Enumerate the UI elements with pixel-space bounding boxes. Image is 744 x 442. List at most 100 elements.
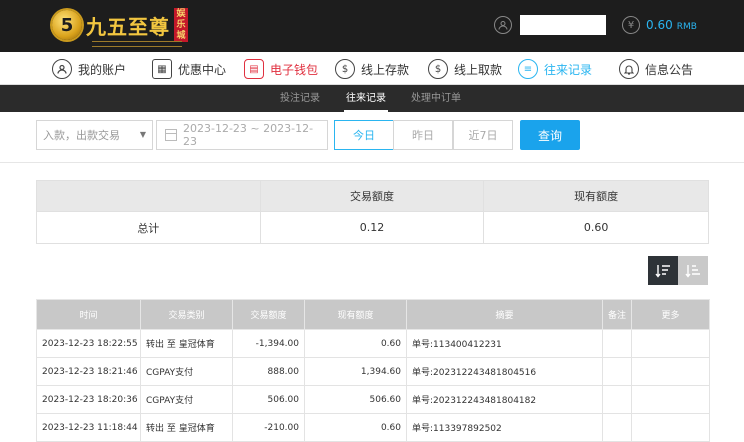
column-header[interactable]: 交易额度 [232, 299, 305, 330]
cell-more[interactable] [631, 413, 710, 442]
today-button[interactable]: 今日 [334, 120, 394, 150]
cell-summary: 单号:113400412231 [406, 329, 603, 358]
gift-icon: ▦ [152, 59, 172, 79]
nav-item-records[interactable]: ≡ 往来记录 [518, 57, 592, 81]
sort-descending-icon[interactable] [648, 256, 678, 285]
site-logo[interactable]: 5 九五至尊 娱乐城 [52, 5, 188, 45]
cell-type: CGPAY支付 [140, 357, 233, 386]
summary-label: 总计 [36, 211, 261, 244]
cell-more[interactable] [631, 385, 710, 414]
cell-summary: 单号:202312243481804182 [406, 385, 603, 414]
last-7-days-button[interactable]: 近7日 [453, 120, 513, 150]
table-row[interactable]: 2023-12-23 18:22:55 转出 至 皇冠体育 -1,394.00 … [36, 329, 710, 358]
table-row[interactable]: 2023-12-23 18:21:46 CGPAY支付 888.00 1,394… [36, 357, 710, 386]
nav-item-label: 我的账户 [78, 62, 127, 77]
username-redacted [520, 15, 606, 35]
cell-balance: 506.60 [304, 385, 407, 414]
logo-text: 九五至尊 [86, 14, 170, 39]
tab-pending-orders[interactable]: 处理中订单 [411, 85, 461, 112]
nav-item-label: 电子钱包 [270, 62, 319, 77]
cell-amount: -1,394.00 [232, 329, 305, 358]
section-divider [0, 162, 744, 163]
cell-time: 2023-12-23 18:20:36 [36, 385, 141, 414]
currency-icon: ¥ [622, 16, 640, 34]
tab-transaction-records[interactable]: 往来记录 [344, 85, 388, 112]
nav-item-label: 往来记录 [544, 62, 593, 77]
nav-item-deposit[interactable]: $ 线上存款 [335, 57, 409, 81]
cell-more[interactable] [631, 329, 710, 358]
yesterday-button[interactable]: 昨日 [393, 120, 453, 150]
balance-area: ¥ 0.60 RMB [622, 14, 697, 36]
sort-toggle [648, 256, 708, 285]
cell-amount: 506.00 [232, 385, 305, 414]
summary-table: 交易额度 现有额度 总计 0.12 0.60 [36, 180, 709, 244]
cell-amount: 888.00 [232, 357, 305, 386]
nav-item-my-account[interactable]: 我的账户 [52, 57, 126, 81]
summary-header-cell [36, 180, 261, 212]
nav-item-label: 优惠中心 [178, 62, 227, 77]
wallet-icon: ▤ [244, 59, 264, 79]
calendar-icon [165, 129, 177, 141]
cell-balance: 0.60 [304, 413, 407, 442]
cell-summary: 单号:202312243481804516 [406, 357, 603, 386]
withdraw-icon: $ [428, 59, 448, 79]
table-row[interactable]: 2023-12-23 18:20:36 CGPAY支付 506.00 506.6… [36, 385, 710, 414]
cell-more[interactable] [631, 357, 710, 386]
table-row[interactable]: 2023-12-23 11:18:44 转出 至 皇冠体育 -210.00 0.… [36, 413, 710, 442]
nav-item-announcements[interactable]: 信息公告 [619, 57, 693, 81]
sort-ascending-icon[interactable] [678, 256, 708, 285]
nav-item-e-wallet[interactable]: ▤ 电子钱包 [244, 57, 318, 81]
cell-amount: -210.00 [232, 413, 305, 442]
chevron-down-icon: ▼ [139, 130, 146, 139]
cell-time: 2023-12-23 11:18:44 [36, 413, 141, 442]
cell-time: 2023-12-23 18:22:55 [36, 329, 141, 358]
main-nav: 我的账户 ▦ 优惠中心 ▤ 电子钱包 $ 线上存款 $ 线上取款 ≡ 往来记录 … [0, 52, 744, 85]
balance-display: 0.60 RMB [646, 18, 697, 32]
nav-item-label: 信息公告 [645, 62, 694, 77]
logo-mark: 5 [52, 10, 82, 40]
cell-balance: 0.60 [304, 329, 407, 358]
cell-type: 转出 至 皇冠体育 [140, 329, 233, 358]
nav-item-withdraw[interactable]: $ 线上取款 [428, 57, 502, 81]
nav-item-promotions[interactable]: ▦ 优惠中心 [152, 57, 226, 81]
cell-balance: 1,394.60 [304, 357, 407, 386]
summary-header-row: 交易额度 现有额度 [36, 180, 709, 212]
query-button[interactable]: 查询 [520, 120, 580, 150]
records-table: 时间 交易类别 交易额度 现有额度 摘要 备注 更多 2023-12-23 18… [36, 299, 710, 442]
column-header[interactable]: 交易类别 [140, 299, 233, 330]
column-header[interactable]: 现有额度 [304, 299, 407, 330]
user-circle-icon [52, 59, 72, 79]
balance-value: 0.60 [646, 18, 673, 32]
cell-time: 2023-12-23 18:21:46 [36, 357, 141, 386]
date-range-input[interactable]: 2023-12-23 ~ 2023-12-23 [156, 120, 328, 150]
cell-note [602, 385, 632, 414]
user-icon [494, 16, 512, 34]
summary-header-cell: 交易额度 [259, 180, 485, 212]
date-range-value: 2023-12-23 ~ 2023-12-23 [183, 122, 314, 148]
bell-icon [619, 59, 639, 79]
column-header[interactable]: 备注 [602, 299, 632, 330]
records-icon: ≡ [518, 59, 538, 79]
nav-item-label: 线上存款 [361, 62, 410, 77]
cell-type: 转出 至 皇冠体育 [140, 413, 233, 442]
summary-row: 总计 0.12 0.60 [36, 211, 709, 244]
column-header[interactable]: 更多 [631, 299, 710, 330]
column-header[interactable]: 时间 [36, 299, 141, 330]
sub-nav: 投注记录 往来记录 处理中订单 [0, 85, 744, 112]
transaction-type-value: 入款，出款交易 [43, 129, 120, 142]
user-area[interactable] [494, 14, 606, 36]
records-header-row: 时间 交易类别 交易额度 现有额度 摘要 备注 更多 [36, 299, 710, 330]
summary-transaction-amount: 0.12 [259, 211, 485, 244]
nav-item-label: 线上取款 [454, 62, 503, 77]
summary-header-cell: 现有额度 [483, 180, 709, 212]
tab-bet-records[interactable]: 投注记录 [280, 85, 320, 112]
transaction-type-select[interactable]: 入款，出款交易 ▼ [36, 120, 153, 150]
cell-summary: 单号:113397892502 [406, 413, 603, 442]
cell-type: CGPAY支付 [140, 385, 233, 414]
column-header[interactable]: 摘要 [406, 299, 603, 330]
logo-ornament [92, 41, 182, 47]
logo-badge: 娱乐城 [174, 8, 188, 42]
cell-note [602, 329, 632, 358]
deposit-icon: $ [335, 59, 355, 79]
balance-unit: RMB [676, 22, 697, 32]
